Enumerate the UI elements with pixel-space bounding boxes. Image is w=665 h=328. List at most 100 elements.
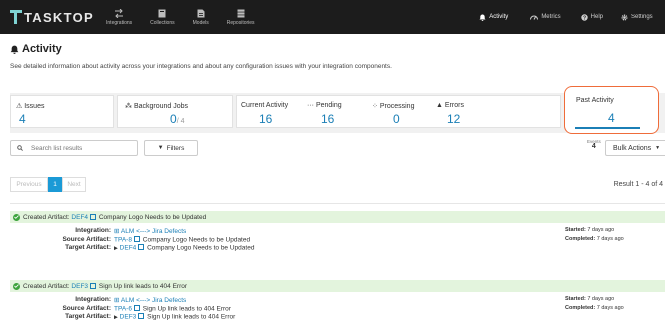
bell-icon xyxy=(10,45,19,54)
source-artifact-value: TPA-8 Company Logo Needs to be Updated xyxy=(114,235,251,243)
event-prefix: Created Artifact: xyxy=(23,213,70,221)
started-time: Started: 7 days ago xyxy=(565,296,615,302)
error-triangle-icon: ▲ xyxy=(436,102,443,109)
nav-metrics[interactable]: Metrics xyxy=(530,14,561,20)
nav-help[interactable]: ? Help xyxy=(580,13,603,21)
external-link-icon[interactable] xyxy=(133,304,140,311)
target-artifact-link[interactable]: DEF4 xyxy=(120,245,137,252)
past-activity-selected-indicator xyxy=(575,127,640,129)
event-header: Created Artifact: DEF3 Sign Up link lead… xyxy=(10,280,665,292)
pending-label: ··· Pending xyxy=(307,102,342,109)
ellipsis-icon: ··· xyxy=(307,102,314,109)
pagination: Previous 1 Next xyxy=(10,177,86,192)
nav-activity-label: Activity xyxy=(489,14,509,20)
issues-label: ⚠ Issues xyxy=(16,103,45,110)
spinner-icon: ⁘ xyxy=(372,103,378,110)
bulk-actions-label: Bulk Actions xyxy=(613,144,652,152)
integrations-icon xyxy=(115,8,124,18)
integration-link[interactable]: ALM <---> Jira Defects xyxy=(121,228,186,235)
search-icon xyxy=(17,145,23,151)
started-time: Started: 7 days ago xyxy=(565,227,615,233)
help-icon: ? xyxy=(580,13,588,21)
external-link-icon[interactable] xyxy=(90,283,97,290)
issues-value: 4 xyxy=(19,112,26,126)
nav-models-label: Models xyxy=(192,19,209,26)
models-icon xyxy=(197,9,205,17)
source-artifact-link[interactable]: TPA-6 xyxy=(114,305,132,312)
integration-row: Integration: ⊞ ALM <---> Jira Defects St… xyxy=(10,227,665,236)
current-activity-card[interactable]: Current Activity 16 ··· Pending 16 ⁘ Pro… xyxy=(236,95,561,128)
event-artifact-link[interactable]: DEF3 xyxy=(71,283,88,290)
integration-icon: ⊞ xyxy=(114,297,120,304)
logo-mark-icon xyxy=(10,10,22,24)
previous-page-button[interactable]: Previous xyxy=(10,177,48,192)
issues-card[interactable]: ⚠ Issues 4 xyxy=(10,95,114,128)
nav-repositories[interactable]: Repositories xyxy=(227,0,255,34)
current-activity-label: Current Activity xyxy=(241,102,289,109)
nav-help-label: Help xyxy=(590,14,603,20)
background-jobs-total: / 4 xyxy=(176,118,185,125)
nav-collections[interactable]: Collections xyxy=(150,0,175,34)
top-navigation-bar: TASKTOP Integrations Collections Models … xyxy=(0,0,665,34)
nav-settings[interactable]: Settings xyxy=(621,14,665,21)
nav-integrations[interactable]: Integrations xyxy=(106,0,132,34)
processing-value: 0 xyxy=(393,112,400,126)
check-circle-icon xyxy=(13,282,20,290)
nav-metrics-label: Metrics xyxy=(541,14,561,20)
tasktop-logo[interactable]: TASKTOP xyxy=(10,0,94,34)
nav-models[interactable]: Models xyxy=(193,0,209,34)
event-header: Created Artifact: DEF4 Company Logo Need… xyxy=(10,211,665,223)
nav-activity[interactable]: Activity xyxy=(479,14,508,21)
integration-row: Integration: ⊞ ALM <---> Jira Defects St… xyxy=(10,296,665,305)
gear-icon xyxy=(621,14,628,20)
nav-repositories-label: Repositories xyxy=(226,19,255,26)
external-link-icon[interactable] xyxy=(138,313,145,319)
filters-button[interactable]: ▼ Filters xyxy=(144,140,198,156)
source-artifact-title: Company Logo Needs to be Updated xyxy=(142,236,251,243)
caret-right-icon[interactable]: ▶ xyxy=(114,246,118,252)
past-activity-value: 4 xyxy=(608,111,615,125)
page-1-button[interactable]: 1 xyxy=(48,177,62,192)
next-page-button[interactable]: Next xyxy=(62,177,86,192)
external-link-icon[interactable] xyxy=(133,235,140,242)
target-artifact-link[interactable]: DEF3 xyxy=(120,314,137,321)
metrics-icon xyxy=(530,15,539,20)
caret-right-icon[interactable]: ▶ xyxy=(114,315,118,321)
pulse-icon: ⁂ xyxy=(125,103,132,110)
background-jobs-label: ⁂ Background Jobs xyxy=(125,103,189,110)
warning-icon: ⚠ xyxy=(16,103,23,110)
external-link-icon[interactable] xyxy=(90,214,97,221)
target-artifact-row: Target Artifact: ▶ DEF3 Sign Up link lea… xyxy=(10,313,665,322)
current-activity-value: 16 xyxy=(259,112,273,126)
processing-label: ⁘ Processing xyxy=(372,103,415,110)
background-jobs-value: 0/ 4 xyxy=(170,112,185,126)
external-link-icon[interactable] xyxy=(138,244,145,250)
target-artifact-label: Target Artifact: xyxy=(65,244,111,251)
caret-down-icon: ▼ xyxy=(655,145,661,151)
event-item: Created Artifact: DEF3 Sign Up link lead… xyxy=(10,280,665,322)
search-box[interactable] xyxy=(10,140,138,156)
list-divider xyxy=(10,203,665,204)
event-artifact-link[interactable]: DEF4 xyxy=(71,214,88,221)
event-title: Company Logo Needs to be Updated xyxy=(98,213,207,221)
integration-label: Integration: xyxy=(75,227,111,234)
source-artifact-label: Source Artifact: xyxy=(62,304,111,312)
background-jobs-card[interactable]: ⁂ Background Jobs 0/ 4 xyxy=(117,95,233,128)
integration-link[interactable]: ALM <---> Jira Defects xyxy=(121,297,186,304)
search-input[interactable] xyxy=(31,144,131,152)
target-artifact-label: Target Artifact: xyxy=(65,313,111,320)
integration-label: Integration: xyxy=(75,296,111,303)
errors-value: 12 xyxy=(447,112,461,126)
source-artifact-link[interactable]: TPA-8 xyxy=(114,236,132,243)
events-counter: Events 4 xyxy=(587,139,601,150)
funnel-icon: ▼ xyxy=(157,145,164,151)
svg-text:?: ? xyxy=(583,15,586,21)
completed-time: Completed: 7 days ago xyxy=(565,304,624,311)
list-toolbar: ▼ Filters Events 4 Bulk Actions ▼ xyxy=(10,139,665,156)
past-activity-card[interactable]: Past Activity 4 xyxy=(564,86,659,134)
bulk-actions-dropdown[interactable]: Bulk Actions ▼ xyxy=(605,140,665,156)
right-navigation: Activity Metrics ? Help Settings xyxy=(465,0,665,34)
page-title-text: Activity xyxy=(22,43,62,55)
pending-value: 16 xyxy=(321,112,335,126)
event-title: Sign Up link leads to 404 Error xyxy=(98,282,188,290)
